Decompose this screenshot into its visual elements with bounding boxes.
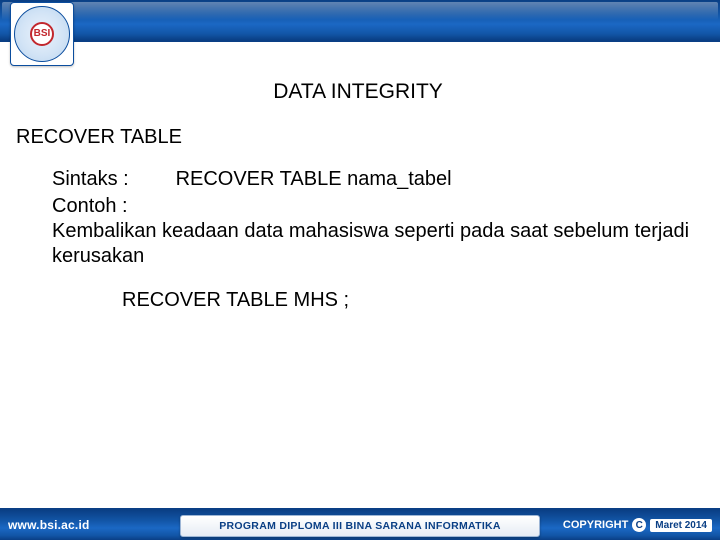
institution-logo: BSI [10, 2, 74, 66]
slide-content: DATA INTEGRITY RECOVER TABLE Sintaks : R… [0, 80, 720, 500]
example-label: Contoh : [52, 194, 700, 219]
footer-url: www.bsi.ac.id [8, 518, 90, 532]
footer-program-plate: PROGRAM DIPLOMA III BINA SARANA INFORMAT… [180, 515, 540, 537]
body-block: Sintaks : RECOVER TABLE nama_tabel Conto… [16, 167, 700, 269]
logo-abbrev: BSI [30, 22, 54, 46]
footer-program-text: PROGRAM DIPLOMA III BINA SARANA INFORMAT… [219, 520, 501, 532]
header-sheen [2, 2, 718, 20]
copyright-word: COPYRIGHT [563, 519, 628, 531]
logo-seal: BSI [14, 6, 70, 62]
footer-date: Maret 2014 [650, 519, 712, 532]
syntax-value: RECOVER TABLE nama_tabel [176, 168, 452, 190]
example-command: RECOVER TABLE MHS ; [16, 289, 700, 312]
syntax-row: Sintaks : RECOVER TABLE nama_tabel [52, 167, 700, 192]
example-description: Kembalikan keadaan data mahasiswa sepert… [52, 219, 700, 269]
copyright-icon: C [632, 518, 646, 532]
header-band [0, 0, 720, 42]
footer-right: COPYRIGHT C Maret 2014 [563, 518, 712, 532]
section-heading: RECOVER TABLE [16, 126, 700, 149]
slide-title: DATA INTEGRITY [16, 80, 700, 104]
syntax-label: Sintaks : [52, 167, 170, 192]
